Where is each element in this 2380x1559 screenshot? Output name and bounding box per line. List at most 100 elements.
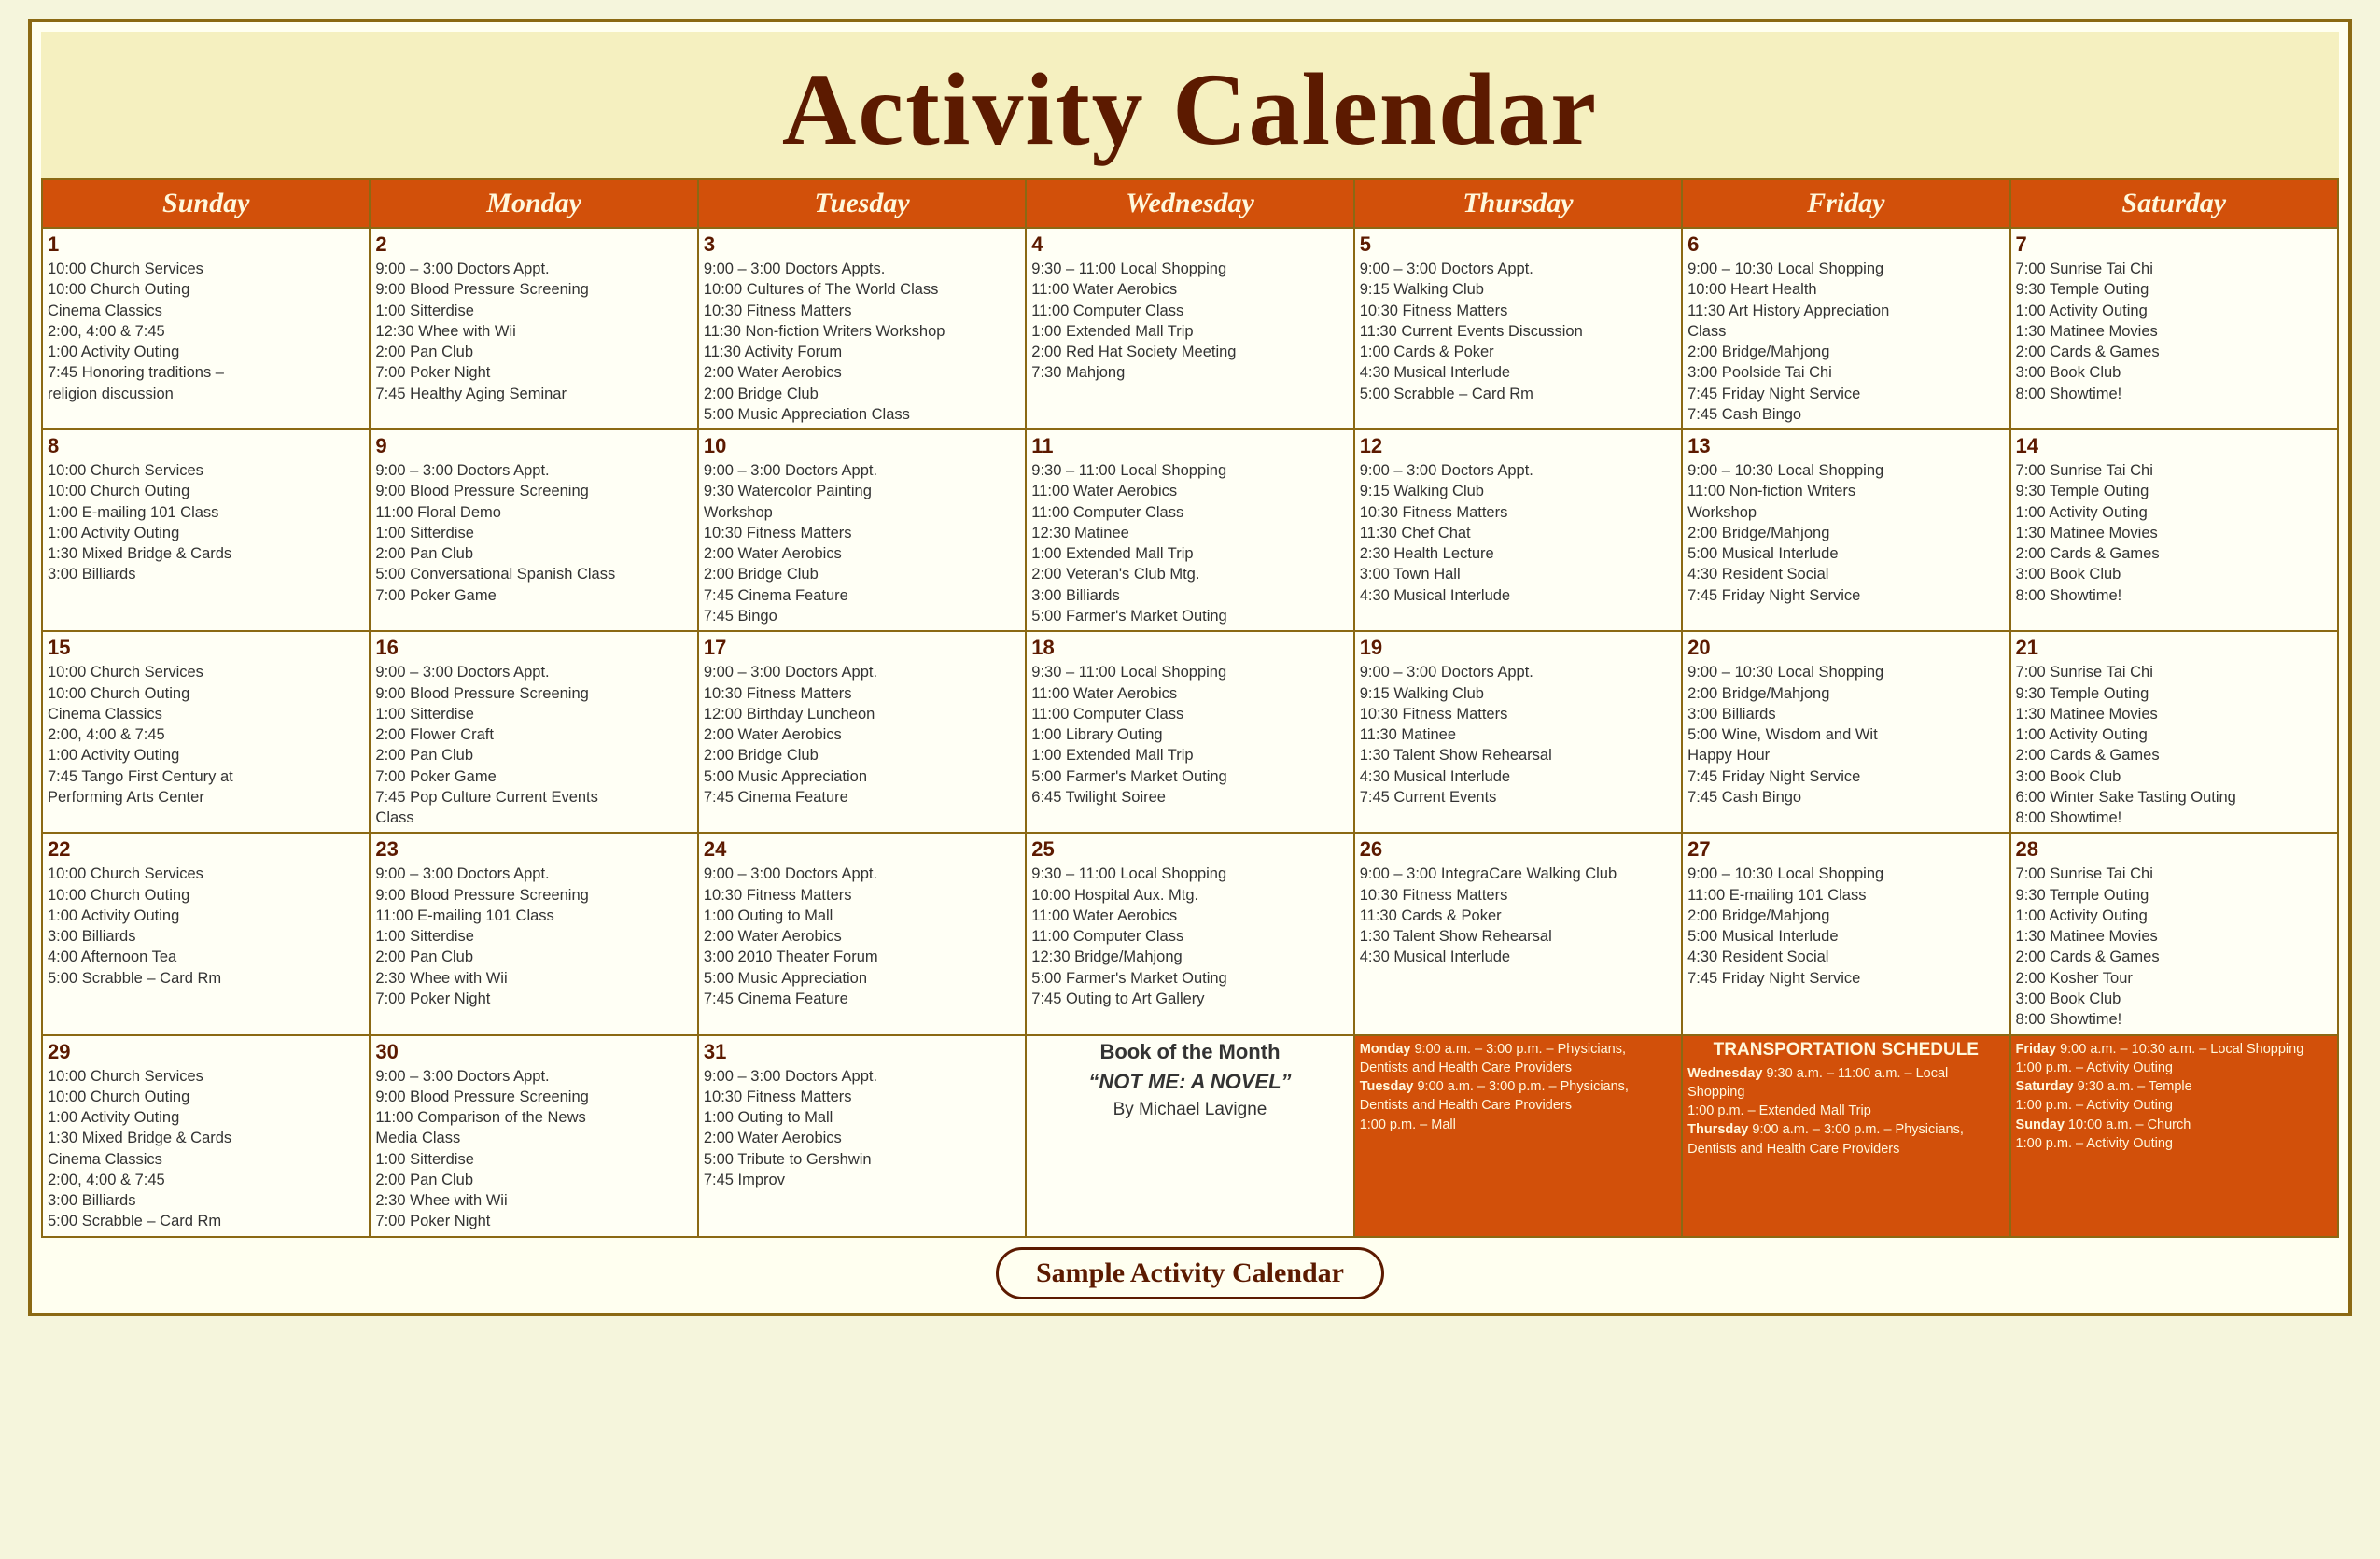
event-item: 11:00 Computer Class (1031, 704, 1348, 724)
event-item: 10:00 Church Outing (48, 279, 364, 300)
event-item: 7:45 Cinema Feature (704, 989, 1020, 1009)
event-item: 1:00 Sitterdise (375, 926, 692, 947)
week-row-4: 2210:00 Church Services10:00 Church Outi… (42, 833, 2338, 1034)
event-item: 2:00 Bridge/Mahjong (1687, 906, 2004, 926)
calendar-header: Activity Calendar (41, 32, 2339, 178)
event-item: 2:00 Flower Craft (375, 724, 692, 745)
book-title-label: Book of the Month (1031, 1040, 1348, 1064)
event-item: 9:30 Temple Outing (2016, 481, 2332, 501)
day-cell: 119:30 – 11:00 Local Shopping11:00 Water… (1026, 429, 1353, 631)
event-item: 10:00 Church Services (48, 662, 364, 682)
day-cell: 59:00 – 3:00 Doctors Appt.9:15 Walking C… (1354, 228, 1682, 429)
event-item: 7:45 Cinema Feature (704, 787, 1020, 808)
event-item: 9:00 – 3:00 Doctors Appt. (375, 259, 692, 279)
day-cell: 110:00 Church Services10:00 Church Outin… (42, 228, 370, 429)
event-item: 3:00 Billiards (48, 564, 364, 584)
event-item: 9:00 – 3:00 Doctors Appt. (375, 1066, 692, 1087)
event-item: 2:30 Whee with Wii (375, 1190, 692, 1211)
event-item: 10:30 Fitness Matters (704, 885, 1020, 906)
day-cell: Book of the Month“NOT ME: A NOVEL”By Mic… (1026, 1035, 1353, 1237)
event-item: 9:00 – 3:00 IntegraCare Walking Club (1360, 864, 1676, 884)
event-item: 4:30 Musical Interlude (1360, 766, 1676, 787)
event-item: 4:30 Musical Interlude (1360, 362, 1676, 383)
event-item: 6:00 Winter Sake Tasting Outing (2016, 787, 2332, 808)
event-item: 3:00 Billiards (1687, 704, 2004, 724)
event-item: 1:00 Library Outing (1031, 724, 1348, 745)
event-item: 10:00 Cultures of The World Class (704, 279, 1020, 300)
day-number: 5 (1360, 232, 1676, 257)
event-item: 10:00 Church Services (48, 259, 364, 279)
event-item: 9:00 – 10:30 Local Shopping (1687, 662, 2004, 682)
event-item: 11:30 Activity Forum (704, 342, 1020, 362)
event-item: 10:00 Church Services (48, 460, 364, 481)
event-item: 11:00 Floral Demo (375, 502, 692, 523)
day-cell: Monday 9:00 a.m. – 3:00 p.m. – Physician… (1354, 1035, 1682, 1237)
event-item: 3:00 Book Club (2016, 766, 2332, 787)
event-item: 7:45 Friday Night Service (1687, 585, 2004, 606)
calendar-table: SundayMondayTuesdayWednesdayThursdayFrid… (41, 178, 2339, 1238)
event-item: 9:00 Blood Pressure Screening (375, 885, 692, 906)
event-item: 1:00 Activity Outing (48, 342, 364, 362)
day-cell: 189:30 – 11:00 Local Shopping11:00 Water… (1026, 631, 1353, 833)
event-item: 8:00 Showtime! (2016, 808, 2332, 828)
day-cell: 49:30 – 11:00 Local Shopping11:00 Water … (1026, 228, 1353, 429)
event-item: 9:30 Temple Outing (2016, 885, 2332, 906)
day-cell: 139:00 – 10:30 Local Shopping11:00 Non-f… (1682, 429, 2009, 631)
event-item: 9:15 Walking Club (1360, 279, 1676, 300)
event-item: 3:00 Billiards (48, 1190, 364, 1211)
event-item: 1:00 Extended Mall Trip (1031, 321, 1348, 342)
day-number: 2 (375, 232, 692, 257)
event-item: 7:00 Sunrise Tai Chi (2016, 864, 2332, 884)
event-item: 2:00, 4:00 & 7:45 (48, 1170, 364, 1190)
event-item: 11:30 Matinee (1360, 724, 1676, 745)
event-item: 9:00 – 10:30 Local Shopping (1687, 864, 2004, 884)
event-item: 5:00 Musical Interlude (1687, 926, 2004, 947)
event-item: 11:30 Chef Chat (1360, 523, 1676, 543)
event-item: 5:00 Scrabble – Card Rm (48, 968, 364, 989)
event-item: 9:30 – 11:00 Local Shopping (1031, 460, 1348, 481)
event-item: 9:00 – 3:00 Doctors Appt. (704, 1066, 1020, 1087)
event-item: 5:00 Music Appreciation (704, 766, 1020, 787)
event-item: 3:00 Poolside Tai Chi (1687, 362, 2004, 383)
event-item: 10:00 Church Outing (48, 481, 364, 501)
transport-line: Thursday 9:00 a.m. – 3:00 p.m. – Physici… (1687, 1120, 2004, 1159)
event-item: 9:00 – 3:00 Doctors Appts. (704, 259, 1020, 279)
event-item: 7:00 Sunrise Tai Chi (2016, 460, 2332, 481)
event-item: 11:00 Water Aerobics (1031, 279, 1348, 300)
calendar-page: Activity Calendar SundayMondayTuesdayWed… (28, 19, 2352, 1316)
event-item: 2:00 Water Aerobics (704, 724, 1020, 745)
event-item: Class (375, 808, 692, 828)
event-item: 11:00 Computer Class (1031, 926, 1348, 947)
event-item: 9:30 Watercolor Painting (704, 481, 1020, 501)
event-item: 2:00 Pan Club (375, 1170, 692, 1190)
day-cell: 319:00 – 3:00 Doctors Appt.10:30 Fitness… (698, 1035, 1026, 1237)
event-item: 1:00 Activity Outing (2016, 906, 2332, 926)
event-item: 4:30 Musical Interlude (1360, 585, 1676, 606)
day-number: 12 (1360, 434, 1676, 458)
event-item: 5:00 Musical Interlude (1687, 543, 2004, 564)
event-item: religion discussion (48, 384, 364, 404)
event-item: 1:00 E-mailing 101 Class (48, 502, 364, 523)
event-item: 2:00 Water Aerobics (704, 362, 1020, 383)
event-item: 10:00 Church Services (48, 864, 364, 884)
event-item: 9:30 Temple Outing (2016, 683, 2332, 704)
event-item: 9:15 Walking Club (1360, 683, 1676, 704)
event-item: 3:00 Billiards (48, 926, 364, 947)
day-number: 11 (1031, 434, 1348, 458)
day-cell: 109:00 – 3:00 Doctors Appt.9:30 Watercol… (698, 429, 1026, 631)
event-item: 7:00 Poker Night (375, 362, 692, 383)
day-cell: TRANSPORTATION SCHEDULEWednesday 9:30 a.… (1682, 1035, 2009, 1237)
event-item: 5:00 Scrabble – Card Rm (48, 1211, 364, 1231)
day-number: 6 (1687, 232, 2004, 257)
event-item: 7:00 Poker Night (375, 989, 692, 1009)
event-item: 4:00 Afternoon Tea (48, 947, 364, 967)
event-item: 11:30 Current Events Discussion (1360, 321, 1676, 342)
event-item: 4:30 Resident Social (1687, 947, 2004, 967)
event-item: 2:30 Whee with Wii (375, 968, 692, 989)
event-item: 5:00 Wine, Wisdom and Wit (1687, 724, 2004, 745)
event-item: 10:30 Fitness Matters (1360, 502, 1676, 523)
event-item: 7:45 Friday Night Service (1687, 968, 2004, 989)
day-number: 3 (704, 232, 1020, 257)
day-number: 16 (375, 636, 692, 660)
event-item: 2:00 Pan Club (375, 342, 692, 362)
